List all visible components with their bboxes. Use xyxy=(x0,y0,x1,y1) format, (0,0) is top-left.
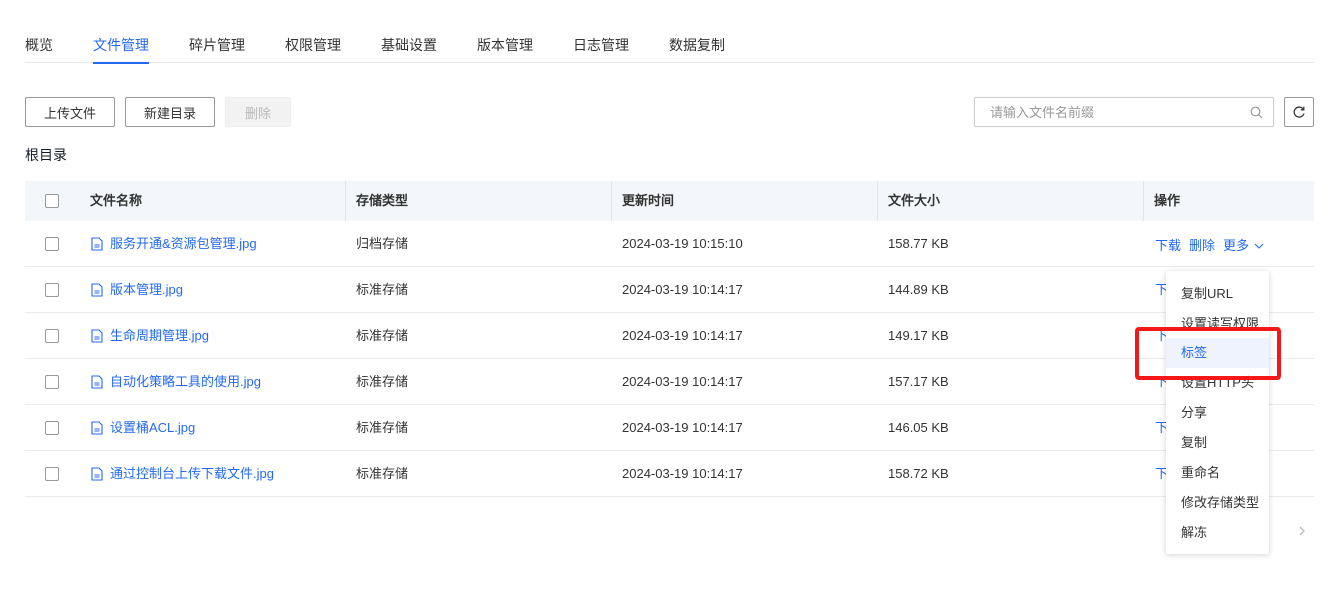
row-checkbox[interactable] xyxy=(45,283,59,297)
file-icon xyxy=(91,375,103,389)
row-actions: 下载 删除 更多 xyxy=(1155,223,1272,269)
file-icon xyxy=(91,237,103,251)
delete-link[interactable]: 删除 xyxy=(1189,238,1215,253)
table-row: 版本管理.jpg 标准存储 2024-03-19 10:14:17 144.89… xyxy=(25,267,1314,313)
menu-item-copy-url[interactable]: 复制URL xyxy=(1166,279,1269,309)
storage-type: 标准存储 xyxy=(356,374,409,389)
file-name-text: 生命周期管理.jpg xyxy=(110,328,209,343)
file-icon xyxy=(91,467,103,481)
file-name-text: 服务开通&资源包管理.jpg xyxy=(110,236,257,251)
storage-type: 标准存储 xyxy=(356,420,409,435)
menu-item-unfreeze[interactable]: 解冻 xyxy=(1166,518,1269,548)
file-name-text: 通过控制台上传下载文件.jpg xyxy=(110,466,274,481)
storage-type: 标准存储 xyxy=(356,282,409,297)
table-row: 设置桶ACL.jpg 标准存储 2024-03-19 10:14:17 146.… xyxy=(25,405,1314,451)
table-row: 通过控制台上传下载文件.jpg 标准存储 2024-03-19 10:14:17… xyxy=(25,451,1314,497)
download-link[interactable]: 下载 xyxy=(1155,238,1181,253)
update-time: 2024-03-19 10:15:10 xyxy=(622,236,743,251)
row-checkbox[interactable] xyxy=(45,421,59,435)
tab-fragment-management[interactable]: 碎片管理 xyxy=(189,35,245,55)
file-size: 146.05 KB xyxy=(888,420,949,435)
table-row: 服务开通&资源包管理.jpg 归档存储 2024-03-19 10:15:10 … xyxy=(25,221,1314,267)
menu-item-tags[interactable]: 标签 xyxy=(1166,338,1269,368)
table-row: 生命周期管理.jpg 标准存储 2024-03-19 10:14:17 149.… xyxy=(25,313,1314,359)
header-actions: 操作 xyxy=(1154,193,1181,208)
tab-permission-management[interactable]: 权限管理 xyxy=(285,35,341,55)
chevron-right-icon[interactable] xyxy=(1296,524,1308,538)
row-checkbox[interactable] xyxy=(45,375,59,389)
row-checkbox[interactable] xyxy=(45,237,59,251)
tab-log-management[interactable]: 日志管理 xyxy=(573,35,629,55)
row-checkbox[interactable] xyxy=(45,329,59,343)
header-update-time: 更新时间 xyxy=(622,193,675,208)
more-dropdown-trigger[interactable]: 更多 xyxy=(1223,223,1264,269)
file-name-link[interactable]: 设置桶ACL.jpg xyxy=(91,405,195,451)
file-size: 158.77 KB xyxy=(888,236,949,251)
chevron-down-icon xyxy=(1254,243,1264,249)
file-size: 149.17 KB xyxy=(888,328,949,343)
update-time: 2024-03-19 10:14:17 xyxy=(622,282,743,297)
update-time: 2024-03-19 10:14:17 xyxy=(622,420,743,435)
menu-item-set-http-headers[interactable]: 设置HTTP头 xyxy=(1166,368,1269,398)
menu-item-copy[interactable]: 复制 xyxy=(1166,428,1269,458)
tab-basic-settings[interactable]: 基础设置 xyxy=(381,35,437,55)
new-directory-button[interactable]: 新建目录 xyxy=(125,97,215,127)
search-icon[interactable] xyxy=(1250,106,1263,119)
header-file-name: 文件名称 xyxy=(90,193,143,208)
tab-data-replication[interactable]: 数据复制 xyxy=(669,35,725,55)
tab-version-management[interactable]: 版本管理 xyxy=(477,35,533,55)
storage-type: 标准存储 xyxy=(356,466,409,481)
header-divider xyxy=(345,181,346,221)
file-icon xyxy=(91,283,103,297)
file-name-link[interactable]: 服务开通&资源包管理.jpg xyxy=(91,221,257,267)
menu-item-set-permissions[interactable]: 设置读写权限 xyxy=(1166,309,1269,339)
file-name-link[interactable]: 自动化策略工具的使用.jpg xyxy=(91,359,261,405)
header-file-size: 文件大小 xyxy=(888,193,941,208)
file-name-text: 自动化策略工具的使用.jpg xyxy=(110,374,261,389)
update-time: 2024-03-19 10:14:17 xyxy=(622,374,743,389)
file-icon xyxy=(91,421,103,435)
refresh-button[interactable] xyxy=(1284,97,1314,127)
update-time: 2024-03-19 10:14:17 xyxy=(622,466,743,481)
table-row: 自动化策略工具的使用.jpg 标准存储 2024-03-19 10:14:17 … xyxy=(25,359,1314,405)
tab-overview[interactable]: 概览 xyxy=(25,35,53,55)
menu-item-share[interactable]: 分享 xyxy=(1166,398,1269,428)
header-divider xyxy=(877,181,878,221)
update-time: 2024-03-19 10:14:17 xyxy=(622,328,743,343)
storage-type: 标准存储 xyxy=(356,328,409,343)
file-name-link[interactable]: 版本管理.jpg xyxy=(91,267,183,313)
header-divider xyxy=(1143,181,1144,221)
row-checkbox[interactable] xyxy=(45,467,59,481)
file-icon xyxy=(91,329,103,343)
table-header: 文件名称 存储类型 更新时间 文件大小 操作 xyxy=(25,181,1314,221)
tab-file-management[interactable]: 文件管理 xyxy=(93,35,149,64)
refresh-icon xyxy=(1293,106,1305,118)
menu-item-change-storage-type[interactable]: 修改存储类型 xyxy=(1166,488,1269,518)
header-storage-type: 存储类型 xyxy=(356,193,409,208)
breadcrumb: 根目录 xyxy=(25,147,67,163)
top-tabs: 概览 文件管理 碎片管理 权限管理 基础设置 版本管理 日志管理 数据复制 xyxy=(25,0,1314,64)
header-divider xyxy=(611,181,612,221)
menu-item-rename[interactable]: 重命名 xyxy=(1166,458,1269,488)
file-size: 158.72 KB xyxy=(888,466,949,481)
delete-button[interactable]: 删除 xyxy=(225,97,291,127)
file-size: 144.89 KB xyxy=(888,282,949,297)
file-name-link[interactable]: 生命周期管理.jpg xyxy=(91,313,209,359)
file-name-link[interactable]: 通过控制台上传下载文件.jpg xyxy=(91,451,274,497)
file-name-text: 设置桶ACL.jpg xyxy=(110,420,196,435)
select-all-checkbox[interactable] xyxy=(45,194,59,208)
file-size: 157.17 KB xyxy=(888,374,949,389)
more-label: 更多 xyxy=(1223,238,1250,253)
search-box xyxy=(974,97,1274,127)
more-actions-menu: 复制URL 设置读写权限 标签 设置HTTP头 分享 复制 重命名 修改存储类型… xyxy=(1166,271,1269,554)
storage-type: 归档存储 xyxy=(356,236,409,251)
upload-file-button[interactable]: 上传文件 xyxy=(25,97,115,127)
search-input[interactable] xyxy=(975,98,1245,126)
file-name-text: 版本管理.jpg xyxy=(110,282,183,297)
